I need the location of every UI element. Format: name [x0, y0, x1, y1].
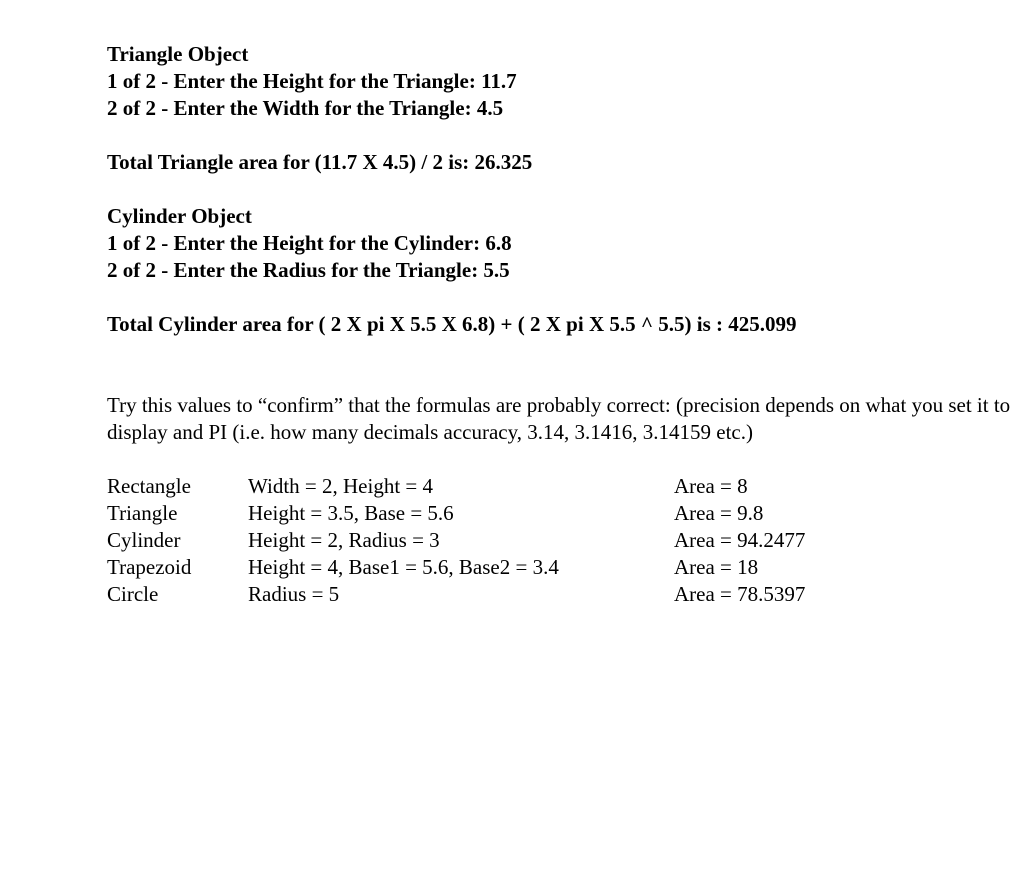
table-row: Rectangle Width = 2, Height = 4 Area = 8 [107, 473, 1017, 500]
cylinder-height-prompt: 1 of 2 - Enter the Height for the Cylind… [107, 231, 512, 255]
table-row: Cylinder Height = 2, Radius = 3 Area = 9… [107, 527, 1017, 554]
table-row: Trapezoid Height = 4, Base1 = 5.6, Base2… [107, 554, 1017, 581]
shape-params: Height = 4, Base1 = 5.6, Base2 = 3.4 [248, 555, 559, 579]
triangle-height-prompt: 1 of 2 - Enter the Height for the Triang… [107, 69, 517, 93]
triangle-title: Triangle Object [107, 42, 249, 66]
test-values-table: Rectangle Width = 2, Height = 4 Area = 8… [107, 473, 1017, 608]
cylinder-radius-prompt: 2 of 2 - Enter the Radius for the Triang… [107, 258, 510, 282]
cylinder-title: Cylinder Object [107, 204, 252, 228]
table-row: Circle Radius = 5 Area = 78.5397 [107, 581, 1017, 608]
triangle-section: Triangle Object 1 of 2 - Enter the Heigh… [107, 41, 1017, 176]
cylinder-section: Cylinder Object 1 of 2 - Enter the Heigh… [107, 203, 1017, 338]
shape-params: Height = 2, Radius = 3 [248, 528, 440, 552]
table-row: Triangle Height = 3.5, Base = 5.6 Area =… [107, 500, 1017, 527]
triangle-width-prompt: 2 of 2 - Enter the Width for the Triangl… [107, 96, 504, 120]
shape-name: Trapezoid [107, 555, 192, 579]
shape-name: Circle [107, 582, 159, 606]
shape-name: Triangle [107, 501, 178, 525]
document-body: Triangle Object 1 of 2 - Enter the Heigh… [107, 41, 1017, 608]
shape-area: Area = 18 [674, 555, 759, 579]
shape-name: Rectangle [107, 474, 191, 498]
triangle-total: Total Triangle area for (11.7 X 4.5) / 2… [107, 150, 533, 174]
cylinder-total: Total Cylinder area for ( 2 X pi X 5.5 X… [107, 312, 797, 336]
shape-area: Area = 8 [674, 474, 748, 498]
shape-params: Radius = 5 [248, 582, 340, 606]
shape-area: Area = 9.8 [674, 501, 764, 525]
shape-area: Area = 94.2477 [674, 528, 806, 552]
confirm-note: Try this values to “confirm” that the fo… [107, 393, 1011, 444]
shape-name: Cylinder [107, 528, 181, 552]
shape-params: Width = 2, Height = 4 [248, 474, 433, 498]
shape-area: Area = 78.5397 [674, 582, 806, 606]
shape-params: Height = 3.5, Base = 5.6 [248, 501, 454, 525]
